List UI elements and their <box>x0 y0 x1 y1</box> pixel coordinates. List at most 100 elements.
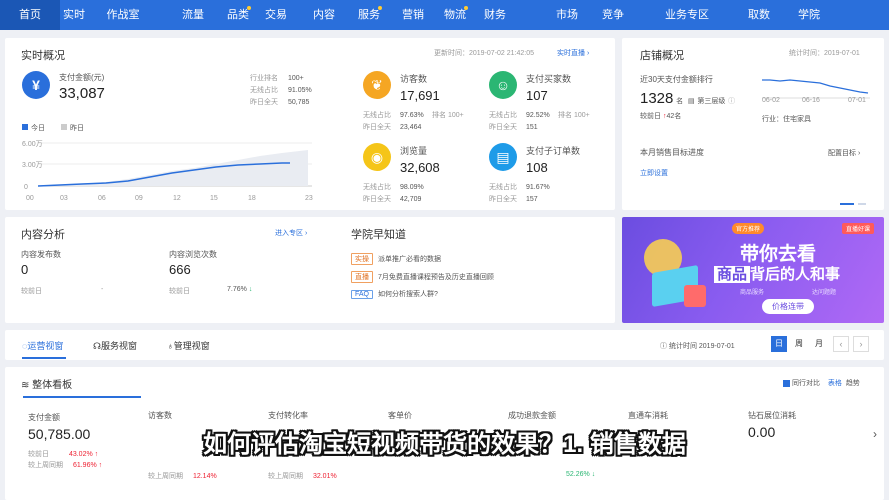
nav-item-logistics-label: 物流 <box>444 9 466 21</box>
x-tick: 23 <box>305 195 313 202</box>
rank-value: 1328 <box>640 90 674 107</box>
row-label: 昨日全天 <box>363 124 391 131</box>
kpi-label: 钻石展位消耗 <box>748 411 796 420</box>
eye-icon: ◉ <box>363 143 391 171</box>
nav-item-competition[interactable]: 竞争 <box>598 0 628 30</box>
metric-buyers-row1: 无线占比 92.52% 排名 100+ <box>489 110 590 120</box>
row-value: 91.67% <box>526 184 550 191</box>
order-icon: ▤ <box>489 143 517 171</box>
realtime-side-values: 100+ 91.05% 50,785 <box>288 73 312 109</box>
help-icon[interactable]: ⓘ <box>728 98 735 105</box>
academy-tag: FAQ <box>351 290 374 299</box>
metric-suborders-row1: 无线占比 91.67% <box>489 182 550 192</box>
next-date-button[interactable]: › <box>853 336 869 352</box>
range-week-button[interactable]: 周 <box>791 336 807 352</box>
realtime-title: 实时概况 <box>21 50 65 62</box>
x-tick: 12 <box>173 195 181 202</box>
view-trend-toggle[interactable]: 趋势 <box>846 380 860 387</box>
kpi-label: 访客数 <box>148 411 172 420</box>
kpi-row2: 较上周同期 61.96% ↑ <box>28 460 141 470</box>
banner-sub: 商品服务 <box>740 290 765 296</box>
nav-item-market[interactable]: 市场 <box>552 0 582 30</box>
shop-x-tick: 06-02 <box>762 97 780 104</box>
tab-operations-label: 运营视窗 <box>27 341 64 351</box>
rank-compare: 较前日 ↑42名 <box>640 111 681 121</box>
tab-operations[interactable]: ◌运营视窗 <box>22 339 63 352</box>
academy-item-text: 如何分析搜索人群? <box>378 291 438 298</box>
range-month-button[interactable]: 月 <box>811 336 827 352</box>
active-tab-underline <box>22 357 66 359</box>
nav-item-service-label: 服务 <box>358 9 380 21</box>
set-now-link[interactable]: 立即设置 <box>640 168 668 178</box>
legend-today: 今日 <box>31 125 45 132</box>
x-tick: 03 <box>60 195 68 202</box>
kpi-row2: 较上周同期 32.01% <box>268 471 381 481</box>
nav-item-marketing[interactable]: 营销 <box>398 0 428 30</box>
tab-management[interactable]: ♁管理视窗 <box>167 339 210 352</box>
row-label: 昨日全天 <box>489 196 517 203</box>
yesterday-value: 50,785 <box>288 99 310 106</box>
board-title: ≋ 整体看板 <box>21 376 72 391</box>
kpi-row-label: 较上周同期 <box>28 462 63 469</box>
prev-date-button[interactable]: ‹ <box>833 336 849 352</box>
update-time: 更新时间：2019-07-02 21:42:05 <box>434 50 534 57</box>
metric-label: 浏览量 <box>400 146 428 156</box>
enter-zone-link[interactable]: 进入专区 › <box>275 228 307 238</box>
nav-item-business-zone[interactable]: 业务专区 <box>662 0 712 30</box>
tier-icon: ▤ <box>687 98 695 105</box>
stack-icon: ≋ <box>21 380 30 391</box>
banner-gift-shape <box>684 285 706 307</box>
metric-buyers: 支付买家数 107 <box>526 72 571 103</box>
nav-item-home[interactable]: 首页 <box>0 0 60 30</box>
banner-sub2: 达问题题 <box>812 290 837 296</box>
checkbox-checked-icon <box>783 379 790 387</box>
nav-item-trade[interactable]: 交易 <box>261 0 291 30</box>
academy-item[interactable]: 直播 7月免费直播课程预告及历史直播回顾 <box>351 271 494 283</box>
nav-item-war-room[interactable]: 作战室 <box>98 0 148 30</box>
academy-item[interactable]: 实操 派单推广必看的数据 <box>351 253 441 265</box>
peer-compare-toggle[interactable]: 同行对比 表格 趋势 <box>783 378 860 388</box>
browse-compare: 7.76% ↓ <box>227 286 252 293</box>
academy-item[interactable]: FAQ 如何分析搜索人群? <box>351 289 438 299</box>
tier-label: 第三层级 <box>697 98 726 105</box>
peer-compare-label: 同行对比 <box>791 380 820 387</box>
nav-item-finance[interactable]: 财务 <box>480 0 510 30</box>
nav-item-category[interactable]: 品类 <box>223 0 253 30</box>
nav-item-content[interactable]: 内容 <box>309 0 339 30</box>
academy-title: 学院早知道 <box>351 229 406 241</box>
nav-item-service[interactable]: 服务 <box>354 0 384 30</box>
kpi-row2: 较上周同期 12.14% <box>148 471 261 481</box>
nav-item-realtime[interactable]: 实时 <box>60 0 88 30</box>
kpi-label: 支付转化率 <box>268 411 308 420</box>
pay-amount-label: 支付金额(元) <box>59 73 105 82</box>
row-label: 无线占比 <box>363 184 391 191</box>
promo-banner[interactable]: 官方推荐 直播好课 带你去看 商品 背后的人和事 商品服务 达问题题 价格连带 <box>622 217 884 323</box>
metric-value: 108 <box>526 160 548 175</box>
live-link[interactable]: 实时直播 › <box>557 48 589 58</box>
view-table-toggle[interactable]: 表格 <box>828 380 842 387</box>
carousel-dot[interactable] <box>858 203 866 205</box>
tab-management-label: 管理视窗 <box>173 341 210 351</box>
carousel-dot-active[interactable] <box>840 203 854 205</box>
browse-compare-value: 7.76% <box>227 286 247 293</box>
nav-item-traffic[interactable]: 流量 <box>178 0 208 30</box>
banner-button[interactable]: 价格连带 <box>762 299 814 314</box>
content-academy-card: 内容分析 进入专区 › 内容发布数 0 较前日 - 内容浏览次数 666 较前日… <box>5 217 615 323</box>
legend-swatch-today <box>22 124 28 130</box>
nav-item-academy[interactable]: 学院 <box>794 0 824 30</box>
industry-rank-label: 行业排名 <box>250 75 278 82</box>
tab-service[interactable]: ☊服务视窗 <box>93 339 137 352</box>
x-tick: 00 <box>26 195 34 202</box>
row-value: 157 <box>526 196 538 203</box>
nav-item-data-fetch[interactable]: 取数 <box>744 0 774 30</box>
x-tick: 06 <box>98 195 106 202</box>
nav-item-logistics[interactable]: 物流 <box>440 0 470 30</box>
view-tabbar: ◌运营视窗 ☊服务视窗 ♁管理视窗 ⓘ 统计时间 2019-07-01 日 周 … <box>5 330 884 360</box>
goal-link[interactable]: 配置目标 › <box>828 148 860 158</box>
shop-x-tick: 06-16 <box>802 97 820 104</box>
yesterday-label: 昨日全天 <box>250 99 278 106</box>
up-arrow-icon: ↑ <box>98 462 103 469</box>
shop-title: 店铺概况 <box>640 50 684 62</box>
range-day-button[interactable]: 日 <box>771 336 787 352</box>
metric-label: 支付子订单数 <box>526 146 581 156</box>
